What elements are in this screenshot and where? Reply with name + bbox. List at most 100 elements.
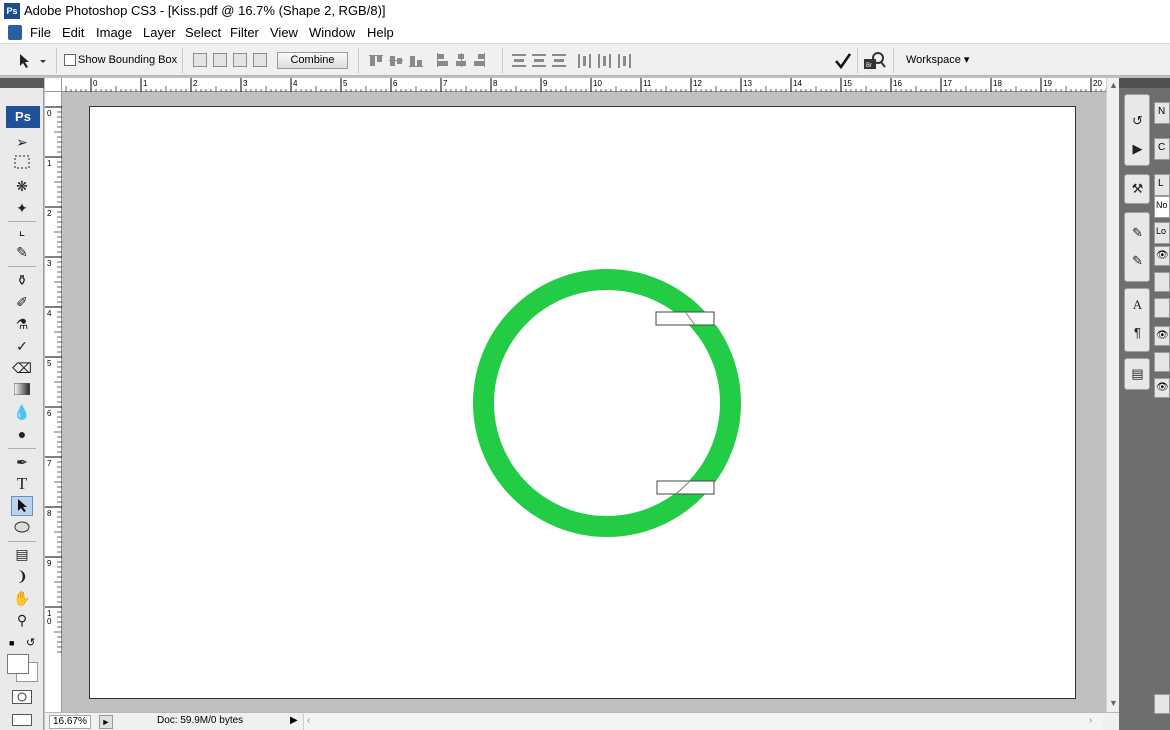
healing-brush-tool-icon[interactable]: ⚱ <box>11 270 33 290</box>
scroll-up-arrow-icon[interactable]: ▲ <box>1109 80 1118 90</box>
gradient-tool-icon[interactable] <box>11 380 33 400</box>
dock-group-3: ✎ ✎ <box>1124 212 1150 282</box>
tools-panel-grip[interactable] <box>0 78 44 88</box>
menu-filter[interactable]: Filter <box>230 25 259 40</box>
quick-mask-mode-icon[interactable] <box>12 690 32 704</box>
pen-tool-icon[interactable]: ✒ <box>11 452 33 472</box>
path-selection-tool-icon[interactable] <box>11 496 33 516</box>
history-panel-icon[interactable]: ↺ <box>1128 111 1147 130</box>
ruler-label: 19 <box>1043 79 1052 88</box>
layer-row-2[interactable] <box>1154 272 1170 292</box>
rectangular-marquee-tool-icon[interactable] <box>11 154 33 174</box>
menu-bar: File Edit Image Layer Select Filter View… <box>0 22 1170 43</box>
menu-file[interactable]: File <box>30 25 51 40</box>
menu-window[interactable]: Window <box>309 25 355 40</box>
character-panel-icon[interactable]: A <box>1128 295 1147 314</box>
menu-image[interactable]: Image <box>96 25 132 40</box>
menu-edit[interactable]: Edit <box>62 25 84 40</box>
zoom-tool-icon[interactable]: ⚲ <box>11 610 33 630</box>
status-menu-arrow-icon[interactable]: ▶ <box>290 715 298 726</box>
menu-help[interactable]: Help <box>367 25 394 40</box>
cutout-rectangle-bottom[interactable] <box>656 480 715 495</box>
actions-panel-icon[interactable]: ▶ <box>1128 139 1147 158</box>
brushes-panel-icon[interactable]: ✎ <box>1128 223 1147 242</box>
ruler-label: 7 <box>47 459 52 468</box>
blend-mode-field[interactable]: No <box>1154 196 1170 218</box>
ruler-label: 17 <box>943 79 952 88</box>
checkmark-icon[interactable] <box>834 52 852 70</box>
scroll-down-arrow-icon[interactable]: ▼ <box>1109 698 1118 708</box>
document-icon[interactable] <box>8 25 22 40</box>
crop-tool-icon[interactable]: ⌞ <box>11 220 33 240</box>
color-panel-tab[interactable]: C <box>1154 138 1170 160</box>
eyedropper-tool-icon[interactable]: ❩ <box>11 566 33 586</box>
history-brush-tool-icon[interactable]: ✓ <box>11 336 33 356</box>
ruler-origin[interactable] <box>45 78 62 92</box>
menu-view[interactable]: View <box>270 25 298 40</box>
default-colors-icon[interactable]: ■ <box>9 638 19 648</box>
distribute-buttons-group[interactable] <box>510 52 636 70</box>
scroll-right-arrow-icon[interactable]: › <box>1089 715 1092 726</box>
visibility-eye-icon[interactable]: 👁 <box>1155 250 1169 261</box>
cutout-rectangle-top[interactable] <box>655 311 715 326</box>
zoom-level-field[interactable]: 16.67% <box>49 715 91 729</box>
clone-stamp-tool-icon[interactable]: ⚗ <box>11 314 33 334</box>
layers-panel-footer[interactable] <box>1154 694 1170 714</box>
layer-row-5[interactable] <box>1154 352 1170 372</box>
ruler-label: 14 <box>793 79 802 88</box>
tool-presets-panel-icon[interactable]: ⚒ <box>1128 179 1147 198</box>
ruler-label: 6 <box>393 79 398 88</box>
show-bounding-box-checkbox[interactable] <box>64 54 76 66</box>
add-to-shape-area-button[interactable] <box>193 53 207 67</box>
layer-row-1[interactable]: 👁 <box>1154 246 1170 266</box>
type-tool-icon[interactable]: T <box>11 474 33 494</box>
vertical-scrollbar[interactable]: ▲ ▼ <box>1106 78 1119 712</box>
screen-mode-icon[interactable] <box>12 714 32 726</box>
visibility-eye-icon[interactable]: 👁 <box>1155 330 1169 341</box>
canvas-artwork[interactable] <box>90 107 1077 700</box>
eraser-tool-icon[interactable]: ⌫ <box>11 358 33 378</box>
visibility-eye-icon[interactable]: 👁 <box>1155 382 1169 393</box>
subtract-from-shape-area-button[interactable] <box>213 53 227 67</box>
layer-row-4[interactable]: 👁 <box>1154 326 1170 346</box>
blur-tool-icon[interactable]: 💧 <box>11 402 33 422</box>
clone-source-panel-icon[interactable]: ✎ <box>1128 251 1147 270</box>
horizontal-scrollbar[interactable]: ‹ › <box>303 714 1103 730</box>
lasso-tool-icon[interactable]: ❋ <box>11 176 33 196</box>
brush-tool-icon[interactable]: ✐ <box>11 292 33 312</box>
paragraph-panel-icon[interactable]: ¶ <box>1128 323 1147 342</box>
horizontal-ruler[interactable]: 0 1 2 3 4 5 6 7 8 9 10 11 12 13 14 15 16 17 18 19 20 <box>62 78 1107 92</box>
vertical-ruler[interactable]: 012345678910 <box>45 92 62 712</box>
scroll-left-arrow-icon[interactable]: ‹ <box>307 715 310 726</box>
document-canvas[interactable] <box>89 106 1076 699</box>
swap-colors-icon[interactable]: ↺ <box>26 636 35 649</box>
foreground-color-swatch[interactable] <box>7 654 29 674</box>
layers-panel-tab[interactable]: L <box>1154 174 1170 196</box>
menu-layer[interactable]: Layer <box>143 25 176 40</box>
workspace-dropdown[interactable]: Workspace ▾ <box>906 53 969 66</box>
magic-wand-tool-icon[interactable]: ✦ <box>11 198 33 218</box>
dodge-tool-icon[interactable]: ● <box>11 424 33 444</box>
dock-grip[interactable] <box>1119 78 1170 88</box>
navigator-panel-tab[interactable]: N <box>1154 102 1170 124</box>
tool-preset-picker-icon[interactable] <box>18 53 48 69</box>
ellipse-tool-icon[interactable] <box>11 518 33 538</box>
align-buttons-group[interactable] <box>368 52 494 70</box>
slice-tool-icon[interactable]: ✎ <box>11 242 33 262</box>
layer-row-6[interactable]: 👁 <box>1154 378 1170 398</box>
ruler-label: 0 <box>47 109 52 118</box>
photoshop-logo-button[interactable]: Ps <box>6 106 40 128</box>
move-tool-icon[interactable]: ➢ <box>11 132 33 152</box>
status-options-icon[interactable]: ► <box>99 715 113 729</box>
exclude-overlapping-shape-areas-button[interactable] <box>253 53 267 67</box>
hand-tool-icon[interactable]: ✋ <box>11 588 33 608</box>
layer-row-3[interactable] <box>1154 298 1170 318</box>
ruler-label: 9 <box>543 79 548 88</box>
menu-select[interactable]: Select <box>185 25 221 40</box>
notes-tool-icon[interactable]: ▤ <box>11 544 33 564</box>
ruler-label: 0 <box>93 79 98 88</box>
intersect-shape-areas-button[interactable] <box>233 53 247 67</box>
layer-comps-panel-icon[interactable]: ▤ <box>1128 364 1147 383</box>
bridge-icon[interactable]: Br <box>863 51 887 71</box>
combine-button[interactable]: Combine <box>277 52 348 69</box>
